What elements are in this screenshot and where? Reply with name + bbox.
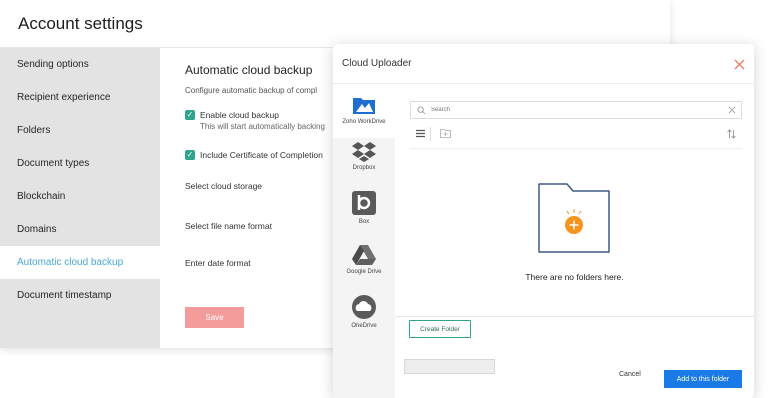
new-folder-icon[interactable] bbox=[440, 129, 451, 138]
enable-cloud-backup-label: Enable cloud backup bbox=[200, 110, 279, 120]
sidebar-item-sending-options[interactable]: Sending options bbox=[0, 48, 160, 81]
settings-header: Account settings bbox=[0, 0, 670, 48]
browser-toolbar bbox=[410, 127, 742, 143]
dialog-header: Cloud Uploader bbox=[333, 44, 754, 84]
close-icon[interactable] bbox=[734, 59, 745, 70]
search-icon bbox=[417, 105, 426, 114]
include-certificate-checkbox[interactable]: ✓ bbox=[185, 150, 195, 160]
provider-label: Box bbox=[358, 219, 370, 225]
provider-label: Zoho WorkDrive bbox=[342, 119, 386, 125]
provider-zoho-workdrive[interactable]: Zoho WorkDrive bbox=[333, 84, 395, 138]
enable-cloud-backup-row: ✓ Enable cloud backup This will start au… bbox=[185, 110, 325, 131]
save-button[interactable]: Save bbox=[185, 307, 244, 328]
provider-onedrive[interactable]: OneDrive bbox=[333, 294, 395, 338]
workdrive-icon bbox=[353, 98, 375, 114]
cloud-storage-label: Select cloud storage bbox=[185, 181, 263, 191]
provider-label: OneDrive bbox=[351, 323, 377, 329]
provider-label: Google Drive bbox=[346, 269, 382, 275]
cancel-button[interactable]: Cancel bbox=[619, 371, 641, 378]
empty-state-message: There are no folders here. bbox=[525, 272, 624, 282]
provider-list: Zoho WorkDrive Dropbox Box Google Drive bbox=[333, 84, 395, 398]
cloud-uploader-dialog: Cloud Uploader Zoho WorkDrive Dropbox Bo… bbox=[333, 44, 754, 398]
provider-box[interactable]: Box bbox=[333, 190, 395, 234]
include-certificate-label: Include Certificate of Completion bbox=[200, 150, 323, 160]
google-drive-icon bbox=[352, 245, 376, 265]
clear-search-icon[interactable] bbox=[728, 106, 736, 114]
date-format-label: Enter date format bbox=[185, 258, 251, 268]
section-title: Automatic cloud backup bbox=[185, 63, 313, 77]
sidebar-item-document-timestamp[interactable]: Document timestamp bbox=[0, 279, 160, 312]
include-certificate-row: ✓ Include Certificate of Completion bbox=[185, 150, 323, 160]
enable-cloud-backup-hint: This will start automatically backing bbox=[200, 122, 325, 131]
dropbox-icon bbox=[352, 142, 376, 162]
provider-dropbox[interactable]: Dropbox bbox=[333, 140, 395, 184]
sidebar-item-domains[interactable]: Domains bbox=[0, 213, 160, 246]
sidebar-item-recipient-experience[interactable]: Recipient experience bbox=[0, 81, 160, 114]
sidebar-item-document-types[interactable]: Document types bbox=[0, 147, 160, 180]
empty-folder-icon bbox=[538, 183, 610, 253]
folder-name-field[interactable] bbox=[404, 359, 495, 374]
search-input[interactable] bbox=[431, 107, 721, 113]
page-title: Account settings bbox=[18, 13, 143, 33]
list-view-icon[interactable] bbox=[416, 129, 425, 138]
add-to-this-folder-button[interactable]: Add to this folder bbox=[664, 370, 742, 388]
search-box[interactable] bbox=[410, 101, 742, 119]
onedrive-icon bbox=[352, 295, 376, 319]
provider-google-drive[interactable]: Google Drive bbox=[333, 244, 395, 288]
section-description: Configure automatic backup of compl bbox=[185, 86, 318, 95]
create-folder-button[interactable]: Create Folder bbox=[409, 320, 471, 338]
toolbar-divider bbox=[430, 127, 431, 141]
sidebar-item-folders[interactable]: Folders bbox=[0, 114, 160, 147]
enable-cloud-backup-checkbox[interactable]: ✓ bbox=[185, 110, 195, 120]
sort-icon[interactable] bbox=[727, 129, 736, 139]
provider-label: Dropbox bbox=[352, 165, 376, 171]
sidebar-item-blockchain[interactable]: Blockchain bbox=[0, 180, 160, 213]
footer-separator bbox=[395, 316, 754, 317]
sidebar-item-automatic-cloud-backup[interactable]: Automatic cloud backup bbox=[0, 246, 160, 279]
settings-sidebar: Sending options Recipient experience Fol… bbox=[0, 48, 160, 348]
toolbar-separator bbox=[410, 148, 742, 149]
dialog-title: Cloud Uploader bbox=[342, 58, 412, 69]
file-name-format-label: Select file name format bbox=[185, 221, 272, 231]
box-icon bbox=[352, 191, 376, 215]
